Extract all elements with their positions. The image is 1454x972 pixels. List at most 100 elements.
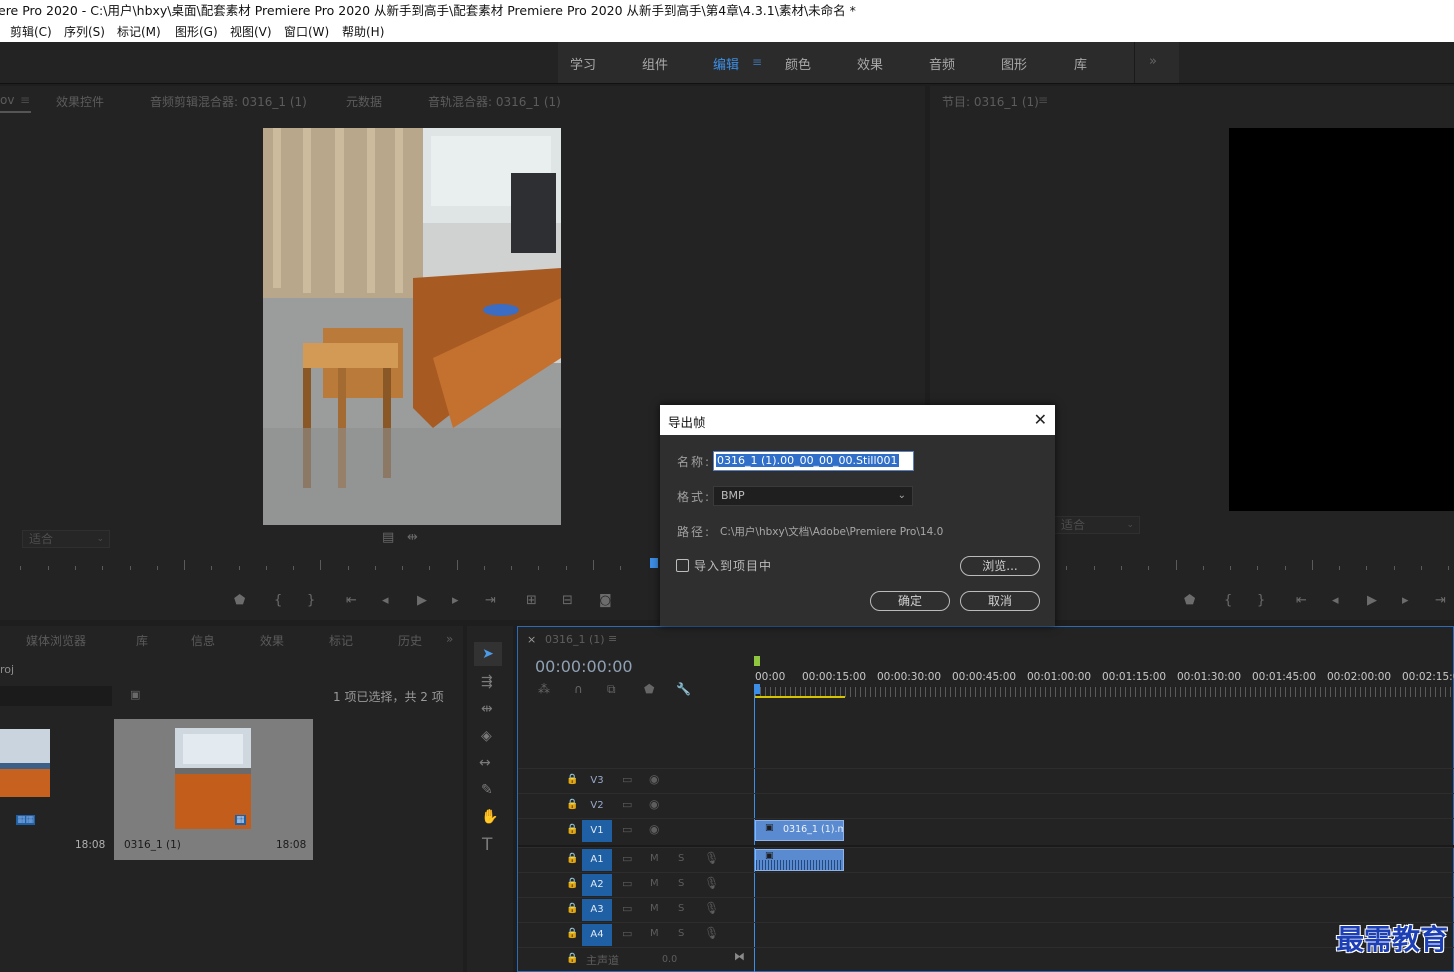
- tab-effect-controls[interactable]: 效果控件: [56, 93, 104, 110]
- work-area-start[interactable]: [754, 656, 760, 666]
- program-go-to-out-icon[interactable]: ⇥: [1435, 593, 1446, 608]
- program-fit-select[interactable]: 适合 ⌄: [1054, 516, 1140, 534]
- timeline-menu-icon[interactable]: ≡: [608, 632, 617, 645]
- track-output-icon[interactable]: ▭: [622, 773, 632, 786]
- mark-out-icon[interactable]: }: [307, 593, 315, 608]
- go-to-in-icon[interactable]: ⇤: [346, 593, 357, 608]
- track-lock-icon[interactable]: 🔒: [566, 824, 578, 835]
- overwrite-icon[interactable]: ⊟: [562, 593, 573, 608]
- menu-marker[interactable]: 标记(M): [117, 22, 161, 42]
- track-label-a1[interactable]: A1: [582, 849, 612, 871]
- drag-audio-icon[interactable]: ⇹: [407, 531, 418, 545]
- source-playhead[interactable]: [650, 558, 658, 568]
- track-eye-icon[interactable]: ◉: [649, 797, 659, 811]
- track-lock-icon[interactable]: 🔒: [566, 853, 578, 864]
- menu-graphics[interactable]: 图形(G): [175, 22, 218, 42]
- project-item-sequence[interactable]: ▦▦ 18:08: [0, 719, 112, 860]
- tab-audio-clip-mixer[interactable]: 音频剪辑混合器: 0316_1 (1): [150, 93, 307, 110]
- play-icon[interactable]: ▶: [417, 593, 427, 608]
- ok-button[interactable]: 确定: [870, 591, 950, 611]
- tab-history[interactable]: 历史: [398, 632, 422, 649]
- track-lock-icon[interactable]: 🔒: [566, 774, 578, 785]
- hand-tool-icon[interactable]: ✋: [481, 809, 498, 825]
- track-lock-icon[interactable]: 🔒: [566, 903, 578, 914]
- track-label-a4[interactable]: A4: [582, 924, 612, 946]
- panel-menu-icon[interactable]: ≡: [20, 93, 30, 107]
- insert-icon[interactable]: ⊞: [526, 593, 537, 608]
- program-mark-in-icon[interactable]: {: [1224, 593, 1232, 608]
- mark-in-icon[interactable]: {: [274, 593, 282, 608]
- voiceover-mic-icon[interactable]: 🎙: [704, 926, 719, 940]
- track-output-icon[interactable]: ▭: [622, 877, 632, 890]
- program-menu-icon[interactable]: ≡: [1038, 93, 1048, 107]
- nest-sequence-icon[interactable]: ⁂: [538, 682, 550, 696]
- snap-icon[interactable]: ∩: [574, 682, 583, 696]
- program-play-icon[interactable]: ▶: [1367, 593, 1377, 608]
- step-forward-icon[interactable]: ▸: [452, 593, 459, 608]
- track-label-v2[interactable]: V2: [582, 795, 612, 817]
- drag-video-icon[interactable]: ▤: [382, 531, 394, 545]
- tabs-overflow-icon[interactable]: »: [446, 632, 453, 646]
- export-frame-icon[interactable]: ◙: [599, 593, 612, 608]
- workspace-learning[interactable]: 学习: [570, 54, 596, 73]
- program-time-ruler[interactable]: [1056, 558, 1454, 572]
- timeline-close-icon[interactable]: ×: [527, 633, 536, 646]
- import-to-project-checkbox[interactable]: [676, 559, 689, 572]
- voiceover-mic-icon[interactable]: 🎙: [704, 901, 719, 915]
- workspace-editing[interactable]: 编辑: [713, 54, 739, 73]
- name-input[interactable]: 0316_1 (1).00_00_00_00.Still001: [713, 451, 914, 471]
- new-search-bin-icon[interactable]: ▣: [130, 688, 140, 701]
- tab-program[interactable]: 节目: 0316_1 (1): [942, 93, 1039, 110]
- solo-button[interactable]: S: [678, 878, 684, 889]
- timeline-playhead-handle[interactable]: [754, 684, 760, 694]
- type-tool-icon[interactable]: T: [482, 835, 492, 855]
- workspace-libraries[interactable]: 库: [1074, 54, 1087, 73]
- format-select[interactable]: BMP ⌄: [713, 486, 913, 506]
- track-lock-icon[interactable]: 🔒: [566, 953, 578, 964]
- tab-media-browser[interactable]: 媒体浏览器: [26, 632, 86, 649]
- solo-button[interactable]: S: [678, 928, 684, 939]
- close-icon[interactable]: ✕: [1034, 410, 1047, 429]
- track-label-a2[interactable]: A2: [582, 874, 612, 896]
- add-marker-icon[interactable]: ⬟: [234, 593, 245, 608]
- tab-metadata[interactable]: 元数据: [346, 93, 382, 110]
- track-eye-icon[interactable]: ◉: [649, 822, 659, 836]
- workspace-assembly[interactable]: 组件: [642, 54, 668, 73]
- timeline-marker-icon[interactable]: ⬟: [644, 682, 654, 696]
- mute-button[interactable]: M: [650, 878, 659, 889]
- selection-tool-icon[interactable]: ➤: [474, 642, 502, 666]
- program-go-to-in-icon[interactable]: ⇤: [1296, 593, 1307, 608]
- voiceover-mic-icon[interactable]: 🎙: [704, 876, 719, 890]
- audio-clip[interactable]: ▣: [755, 849, 844, 871]
- project-search-input[interactable]: [0, 686, 112, 706]
- overflow-chevron-icon[interactable]: »: [1149, 54, 1157, 69]
- track-label-a3[interactable]: A3: [582, 899, 612, 921]
- mute-button[interactable]: M: [650, 928, 659, 939]
- tab-markers[interactable]: 标记: [329, 632, 353, 649]
- track-eye-icon[interactable]: ◉: [649, 772, 659, 786]
- workspace-menu-icon[interactable]: ≡: [752, 55, 762, 69]
- master-end-icon[interactable]: ⧓: [734, 950, 745, 963]
- menu-help[interactable]: 帮助(H): [342, 22, 384, 42]
- tab-audio-track-mixer[interactable]: 音轨混合器: 0316_1 (1): [428, 93, 561, 110]
- track-label-v3[interactable]: V3: [582, 770, 612, 792]
- track-label-v1[interactable]: V1: [582, 820, 612, 842]
- menu-view[interactable]: 视图(V): [230, 22, 272, 42]
- program-mark-out-icon[interactable]: }: [1257, 593, 1265, 608]
- tab-libraries[interactable]: 库: [136, 632, 148, 649]
- mute-button[interactable]: M: [650, 903, 659, 914]
- workspace-audio[interactable]: 音频: [929, 54, 955, 73]
- track-lock-icon[interactable]: 🔒: [566, 799, 578, 810]
- track-output-icon[interactable]: ▭: [622, 927, 632, 940]
- menu-window[interactable]: 窗口(W): [284, 22, 329, 42]
- video-clip[interactable]: ▣ 0316_1 (1).mo: [755, 820, 844, 841]
- track-lock-icon[interactable]: 🔒: [566, 928, 578, 939]
- step-back-icon[interactable]: ◂: [382, 593, 389, 608]
- pen-tool-icon[interactable]: ✎: [481, 782, 493, 798]
- timeline-timecode[interactable]: 00:00:00:00: [535, 657, 633, 676]
- linked-selection-icon[interactable]: ⧉: [607, 682, 616, 697]
- master-volume-value[interactable]: 0.0: [662, 954, 677, 965]
- track-output-icon[interactable]: ▭: [622, 798, 632, 811]
- track-lock-icon[interactable]: 🔒: [566, 878, 578, 889]
- mute-button[interactable]: M: [650, 853, 659, 864]
